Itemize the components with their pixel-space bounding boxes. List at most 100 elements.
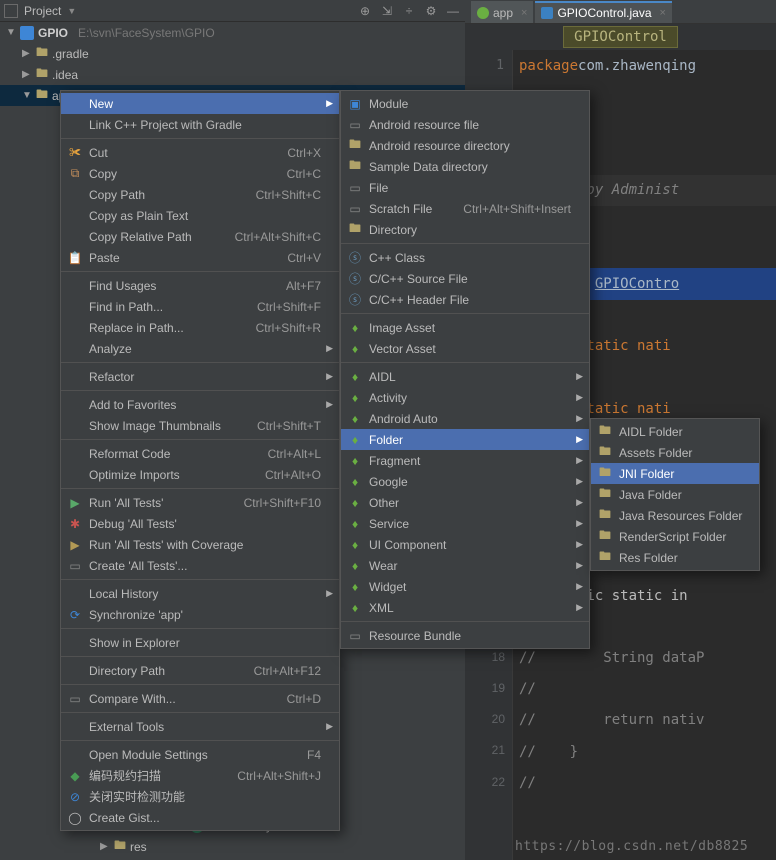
close-icon[interactable]: × <box>521 7 527 19</box>
ctx-debug-all-tests[interactable]: ✱Debug 'All Tests' <box>61 513 339 534</box>
new-image-asset[interactable]: ♦Image Asset <box>341 317 589 338</box>
menu-item-label: Reformat Code <box>89 447 170 461</box>
folder-assets-folder[interactable]: 🖿Assets Folder <box>591 442 759 463</box>
ctx-create-gist[interactable]: ◯Create Gist... <box>61 807 339 828</box>
ctx-copy[interactable]: ⧉CopyCtrl+C <box>61 163 339 184</box>
folder-java-resources-folder[interactable]: 🖿Java Resources Folder <box>591 505 759 526</box>
ctx-optimize-imports[interactable]: Optimize ImportsCtrl+Alt+O <box>61 464 339 485</box>
new-other[interactable]: ♦Other▶ <box>341 492 589 513</box>
folder-res-folder[interactable]: 🖿Res Folder <box>591 547 759 568</box>
collapse-icon[interactable]: ⊕ <box>357 4 373 18</box>
new-ui-component[interactable]: ♦UI Component▶ <box>341 534 589 555</box>
menu-item-shortcut: Ctrl+D <box>263 692 321 706</box>
new-widget[interactable]: ♦Widget▶ <box>341 576 589 597</box>
divide-icon[interactable]: ÷ <box>401 4 417 18</box>
new-wear[interactable]: ♦Wear▶ <box>341 555 589 576</box>
ctx-local-history[interactable]: Local History▶ <box>61 583 339 604</box>
ctx-synchronize-app[interactable]: ⟳Synchronize 'app' <box>61 604 339 625</box>
tab-app[interactable]: app × <box>471 1 533 23</box>
folder-java-folder[interactable]: 🖿Java Folder <box>591 484 759 505</box>
new-c-class[interactable]: ⓢC++ Class <box>341 247 589 268</box>
ctx-[interactable]: ⊘关闭实时检测功能 <box>61 786 339 807</box>
folder-jni-folder[interactable]: 🖿JNI Folder <box>591 463 759 484</box>
new-aidl[interactable]: ♦AIDL▶ <box>341 366 589 387</box>
new-vector-asset[interactable]: ♦Vector Asset <box>341 338 589 359</box>
new-xml[interactable]: ♦XML▶ <box>341 597 589 618</box>
close-icon[interactable]: × <box>660 7 666 19</box>
menu-item-shortcut: Ctrl+Alt+L <box>244 447 321 461</box>
ctx-external-tools[interactable]: External Tools▶ <box>61 716 339 737</box>
ctx-compare-with[interactable]: ▭Compare With...Ctrl+D <box>61 688 339 709</box>
new-activity[interactable]: ♦Activity▶ <box>341 387 589 408</box>
class-breadcrumb[interactable]: GPIOControl <box>563 26 678 48</box>
ctx-cut[interactable]: ✀CutCtrl+X <box>61 142 339 163</box>
ctx-new[interactable]: New▶ <box>61 93 339 114</box>
project-icon <box>4 4 18 18</box>
ctx-show-image-thumbnails[interactable]: Show Image ThumbnailsCtrl+Shift+T <box>61 415 339 436</box>
new-directory[interactable]: 🖿Directory <box>341 219 589 240</box>
tree-node-gradle[interactable]: ▶🖿 .gradle <box>0 43 465 64</box>
chevron-right-icon: ▶ <box>576 602 583 613</box>
ctx-refactor[interactable]: Refactor▶ <box>61 366 339 387</box>
ctx-show-in-explorer[interactable]: Show in Explorer <box>61 632 339 653</box>
tree-node-res[interactable]: ▶🖿 res <box>0 836 465 857</box>
java-icon <box>541 7 553 19</box>
d-icon: 🖿 <box>597 424 613 440</box>
tab-label: app <box>493 6 513 20</box>
folder-aidl-folder[interactable]: 🖿AIDL Folder <box>591 421 759 442</box>
menu-item-label: Find Usages <box>89 279 156 293</box>
ctx-copy-as-plain-text[interactable]: Copy as Plain Text <box>61 205 339 226</box>
gear-icon[interactable]: ⚙ <box>423 4 439 18</box>
tree-root[interactable]: ▼ GPIO E:\svn\FaceSystem\GPIO <box>0 22 465 43</box>
f-icon: ▭ <box>347 628 363 644</box>
ctx-open-module-settings[interactable]: Open Module SettingsF4 <box>61 744 339 765</box>
menu-item-label: External Tools <box>89 720 164 734</box>
ctx-copy-relative-path[interactable]: Copy Relative PathCtrl+Alt+Shift+C <box>61 226 339 247</box>
ctx-create-all-tests[interactable]: ▭Create 'All Tests'... <box>61 555 339 576</box>
hide-icon[interactable]: — <box>445 4 461 18</box>
menu-item-label: Android resource file <box>369 118 479 132</box>
target-icon[interactable]: ⇲ <box>379 4 395 18</box>
d-icon: 🖿 <box>347 159 363 175</box>
ctx-paste[interactable]: 📋PasteCtrl+V <box>61 247 339 268</box>
new-fragment[interactable]: ♦Fragment▶ <box>341 450 589 471</box>
tab-gpiocontrol[interactable]: GPIOControl.java × <box>535 1 671 23</box>
new-module[interactable]: ▣Module <box>341 93 589 114</box>
new-resource-bundle[interactable]: ▭Resource Bundle <box>341 625 589 646</box>
ctx-find-in-path[interactable]: Find in Path...Ctrl+Shift+F <box>61 296 339 317</box>
chevron-right-icon: ▶ <box>576 497 583 508</box>
menu-item-label: Sample Data directory <box>369 160 488 174</box>
ctx-run-all-tests[interactable]: ▶Run 'All Tests'Ctrl+Shift+F10 <box>61 492 339 513</box>
new-android-auto[interactable]: ♦Android Auto▶ <box>341 408 589 429</box>
breadcrumb-bar: GPIOControl <box>465 24 776 50</box>
new-sample-data-directory[interactable]: 🖿 Sample Data directory <box>341 156 589 177</box>
a-icon: ♦ <box>347 474 363 490</box>
new-c-c-source-file[interactable]: ⓢC/C++ Source File <box>341 268 589 289</box>
ctx-find-usages[interactable]: Find UsagesAlt+F7 <box>61 275 339 296</box>
chevron-right-icon: ▶ <box>576 560 583 571</box>
new-google[interactable]: ♦Google▶ <box>341 471 589 492</box>
ctx-reformat-code[interactable]: Reformat Code Ctrl+Alt+L <box>61 443 339 464</box>
ctx-add-to-favorites[interactable]: Add to Favorites▶ <box>61 394 339 415</box>
chevron-right-icon: ▶ <box>576 539 583 550</box>
menu-item-shortcut: Ctrl+X <box>263 146 321 160</box>
ctx-[interactable]: ◆编码规约扫描Ctrl+Alt+Shift+J <box>61 765 339 786</box>
chevron-right-icon: ▶ <box>326 371 333 382</box>
tree-node-idea[interactable]: ▶🖿 .idea <box>0 64 465 85</box>
new-folder[interactable]: ♦Folder▶ <box>341 429 589 450</box>
ctx-run-all-tests-with-coverage[interactable]: ▶Run 'All Tests' with Coverage <box>61 534 339 555</box>
new-file[interactable]: ▭File <box>341 177 589 198</box>
new-c-c-header-file[interactable]: ⓢC/C++ Header File <box>341 289 589 310</box>
new-android-resource-directory[interactable]: 🖿Android resource directory <box>341 135 589 156</box>
new-scratch-file[interactable]: ▭Scratch FileCtrl+Alt+Shift+Insert <box>341 198 589 219</box>
ctx-link-c-project-with-gradle[interactable]: Link C++ Project with Gradle <box>61 114 339 135</box>
ctx-copy-path[interactable]: Copy PathCtrl+Shift+C <box>61 184 339 205</box>
ctx-replace-in-path[interactable]: Replace in Path...Ctrl+Shift+R <box>61 317 339 338</box>
ctx-directory-path[interactable]: Directory PathCtrl+Alt+F12 <box>61 660 339 681</box>
ctx-analyze[interactable]: Analyze▶ <box>61 338 339 359</box>
new-service[interactable]: ♦Service▶ <box>341 513 589 534</box>
menu-item-label: New <box>89 97 113 111</box>
new-android-resource-file[interactable]: ▭Android resource file <box>341 114 589 135</box>
folder-renderscript-folder[interactable]: 🖿RenderScript Folder <box>591 526 759 547</box>
menu-item-label: C/C++ Header File <box>369 293 469 307</box>
